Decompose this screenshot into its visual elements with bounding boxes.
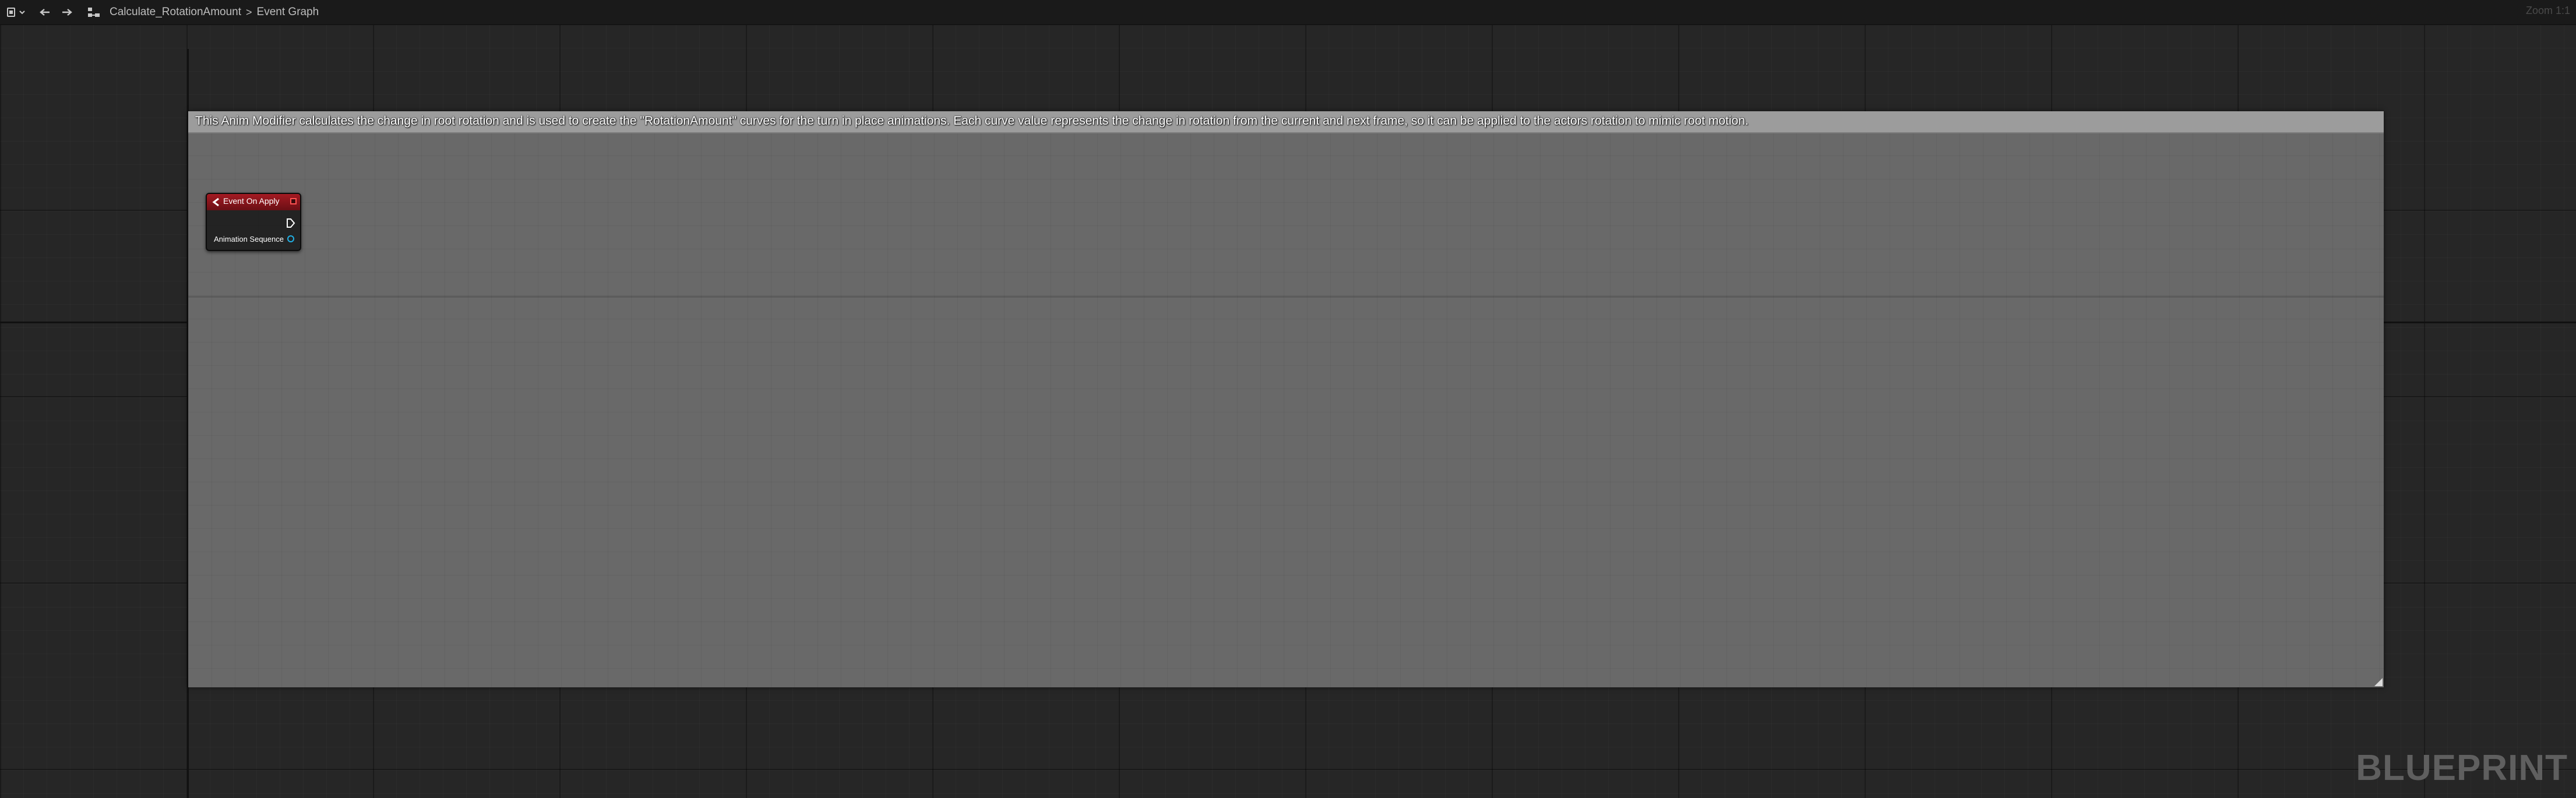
event-icon: [212, 197, 221, 210]
blueprint-editor: Calculate_RotationAmount > Event Graph Z…: [0, 0, 2576, 798]
blueprint-watermark: BLUEPRINT: [2356, 748, 2568, 788]
graph-origin-line-through-comment: [188, 296, 2384, 298]
breadcrumb-separator: >: [246, 6, 252, 18]
output-pin-label: Animation Sequence: [214, 235, 284, 243]
animation-sequence-pin[interactable]: [287, 235, 294, 242]
chevron-down-icon[interactable]: [17, 3, 27, 22]
node-header[interactable]: Event On Apply: [207, 194, 300, 210]
blueprint-menu-icon[interactable]: [5, 3, 17, 22]
graph-toolbar: Calculate_RotationAmount > Event Graph Z…: [0, 0, 2576, 25]
event-on-apply-node[interactable]: Event On Apply Animation Sequence: [206, 193, 301, 251]
comment-box[interactable]: This Anim Modifier calculates the change…: [188, 111, 2384, 687]
breadcrumb-current-graph[interactable]: Event Graph: [257, 6, 319, 19]
forward-arrow-icon[interactable]: [59, 3, 75, 22]
comment-header[interactable]: This Anim Modifier calculates the change…: [188, 111, 2384, 133]
zoom-level: Zoom 1:1: [2525, 5, 2570, 16]
back-arrow-icon[interactable]: [37, 3, 52, 22]
comment-resize-handle[interactable]: [2374, 678, 2383, 686]
breadcrumb-graph-name[interactable]: Calculate_RotationAmount: [110, 6, 241, 19]
comment-body[interactable]: [188, 132, 2384, 687]
exec-output-pin[interactable]: [286, 218, 295, 231]
node-title: Event On Apply: [223, 196, 280, 206]
graph-hierarchy-icon[interactable]: [86, 3, 101, 22]
comment-text[interactable]: This Anim Modifier calculates the change…: [195, 114, 1749, 128]
delegate-pin[interactable]: [290, 198, 297, 204]
